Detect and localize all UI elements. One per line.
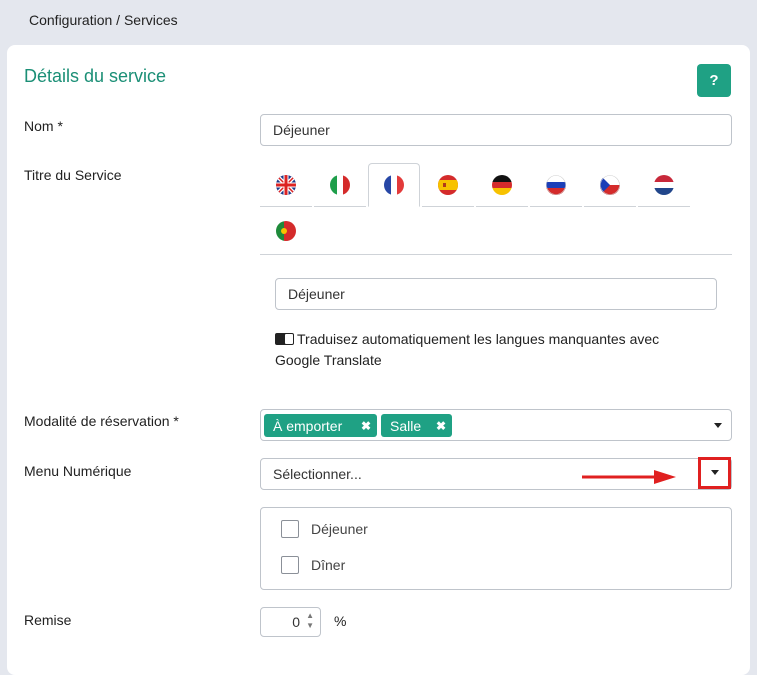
italian-flag-icon — [330, 174, 350, 195]
translate-icon — [275, 333, 294, 345]
remove-tag-icon[interactable]: ✖ — [361, 419, 371, 433]
tabs-divider — [260, 254, 732, 255]
tab-czech[interactable] — [584, 163, 636, 207]
menu-label: Menu Numérique — [24, 463, 132, 479]
breadcrumb: Configuration / Services — [29, 12, 178, 28]
tab-french[interactable] — [368, 163, 420, 207]
tab-portuguese[interactable] — [260, 209, 312, 253]
tag-a-emporter-label: À emporter — [273, 417, 343, 434]
chevron-down-icon[interactable] — [714, 423, 722, 428]
tab-german[interactable] — [476, 163, 528, 207]
tab-dutch[interactable] — [638, 163, 690, 207]
nom-input-value: Déjeuner — [273, 122, 330, 138]
tag-salle-label: Salle — [390, 417, 422, 434]
service-details-card: Détails du service ? Nom * Déjeuner Titr… — [7, 45, 750, 675]
titre-input[interactable]: Déjeuner — [275, 278, 717, 310]
stepper-arrows-icon[interactable]: ▲ ▼ — [306, 611, 314, 631]
remove-tag-icon[interactable]: ✖ — [436, 419, 446, 433]
modalite-multiselect[interactable]: À emporter ✖ Salle ✖ — [260, 409, 732, 441]
translate-text-line1: Traduisez automatiquement les langues ma… — [297, 331, 660, 347]
option-diner[interactable]: Dîner — [281, 556, 345, 574]
tab-italian[interactable] — [314, 163, 366, 207]
option-diner-checkbox[interactable] — [281, 556, 299, 574]
option-dejeuner-label: Déjeuner — [311, 521, 368, 537]
titre-label: Titre du Service — [24, 167, 122, 183]
french-flag-icon — [384, 175, 404, 195]
spanish-flag-icon — [438, 174, 458, 195]
option-dejeuner[interactable]: Déjeuner — [281, 520, 368, 538]
chevron-down-icon — [711, 470, 719, 475]
option-dejeuner-checkbox[interactable] — [281, 520, 299, 538]
page-title: Détails du service — [24, 66, 167, 86]
nom-label: Nom * — [24, 118, 63, 134]
german-flag-icon — [492, 174, 512, 195]
nom-input[interactable]: Déjeuner — [260, 114, 732, 146]
dutch-flag-icon — [654, 174, 674, 195]
menu-select-placeholder: Sélectionner... — [273, 466, 362, 482]
annotation-arrow-icon — [582, 470, 676, 484]
tag-a-emporter: À emporter ✖ — [264, 414, 377, 437]
titre-input-value: Déjeuner — [288, 286, 345, 302]
remise-unit: % — [334, 613, 347, 629]
remise-value: 0 — [292, 614, 300, 630]
remise-stepper[interactable]: 0 ▲ ▼ — [260, 607, 321, 637]
tab-spanish[interactable] — [422, 163, 474, 207]
dropdown-toggle-highlight[interactable] — [698, 457, 731, 489]
tab-russian[interactable] — [530, 163, 582, 207]
menu-options-list: Déjeuner Dîner — [260, 507, 732, 590]
help-button[interactable]: ? — [697, 64, 731, 97]
remise-label: Remise — [24, 612, 72, 628]
portuguese-flag-icon — [276, 221, 296, 241]
tag-salle: Salle ✖ — [381, 414, 452, 437]
russian-flag-icon — [546, 174, 566, 195]
english-flag-icon — [276, 174, 296, 195]
option-diner-label: Dîner — [311, 557, 346, 573]
czech-flag-icon — [600, 174, 620, 195]
modalite-label: Modalité de réservation * — [24, 413, 179, 429]
tab-english[interactable] — [260, 163, 312, 207]
language-tabs — [260, 163, 732, 255]
auto-translate-note: Traduisez automatiquement les langues ma… — [275, 329, 715, 371]
translate-text-line2[interactable]: Google Translate — [275, 352, 382, 368]
